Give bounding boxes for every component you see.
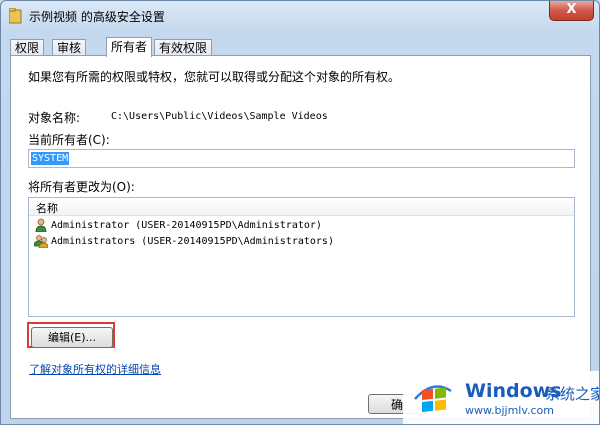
user-icon <box>35 218 47 232</box>
list-item[interactable]: Administrator (USER-20140915PD\Administr… <box>34 218 322 234</box>
owner-candidates-list[interactable]: 名称 Administrator (USER-20140915PD\Admini… <box>28 197 575 317</box>
intro-text: 如果您有所需的权限或特权，您就可以取得或分配这个对象的所有权。 <box>28 70 401 84</box>
current-owner-field[interactable]: SYSTEM <box>28 149 575 168</box>
learn-ownership-link[interactable]: 了解对象所有权的详细信息 <box>29 361 161 377</box>
advanced-security-settings-window: 示例视频 的高级安全设置 X 权限 审核 所有者 有效权限 如果您有所需的权限或… <box>0 0 600 425</box>
window-title: 示例视频 的高级安全设置 <box>29 10 165 24</box>
column-name-header: 名称 <box>36 202 58 215</box>
object-name-value: C:\Users\Public\Videos\Sample Videos <box>111 111 328 122</box>
watermark-brand-cn: 系统之家 <box>545 385 600 403</box>
current-owner-value: SYSTEM <box>31 152 70 165</box>
group-icon <box>34 235 48 248</box>
windows-logo-icon <box>414 385 452 413</box>
edit-button[interactable]: 编辑(E)... <box>31 327 113 348</box>
tab-permissions[interactable]: 权限 <box>10 39 45 56</box>
owner-name: Administrators (USER-20140915PD\Administ… <box>51 236 334 247</box>
tab-auditing[interactable]: 审核 <box>52 39 87 56</box>
folder-icon <box>9 8 22 24</box>
list-column-header[interactable]: 名称 <box>29 198 574 216</box>
tab-owner[interactable]: 所有者 <box>106 37 153 57</box>
object-name-label: 对象名称: <box>28 111 81 125</box>
title-bar[interactable]: 示例视频 的高级安全设置 X <box>1 1 599 31</box>
current-owner-label: 当前所有者(C): <box>28 133 110 147</box>
list-item[interactable]: Administrators (USER-20140915PD\Administ… <box>34 234 334 250</box>
site-watermark: Windows 系统之家 www.bjjmlv.com <box>403 371 599 424</box>
owner-name: Administrator (USER-20140915PD\Administr… <box>51 220 322 231</box>
tab-effective-permissions[interactable]: 有效权限 <box>154 39 213 56</box>
watermark-url: www.bjjmlv.com <box>465 404 554 417</box>
change-owner-label: 将所有者更改为(O): <box>28 180 135 194</box>
close-button[interactable]: X <box>549 1 594 21</box>
owner-tab-panel: 如果您有所需的权限或特权，您就可以取得或分配这个对象的所有权。 对象名称: C:… <box>10 55 591 419</box>
